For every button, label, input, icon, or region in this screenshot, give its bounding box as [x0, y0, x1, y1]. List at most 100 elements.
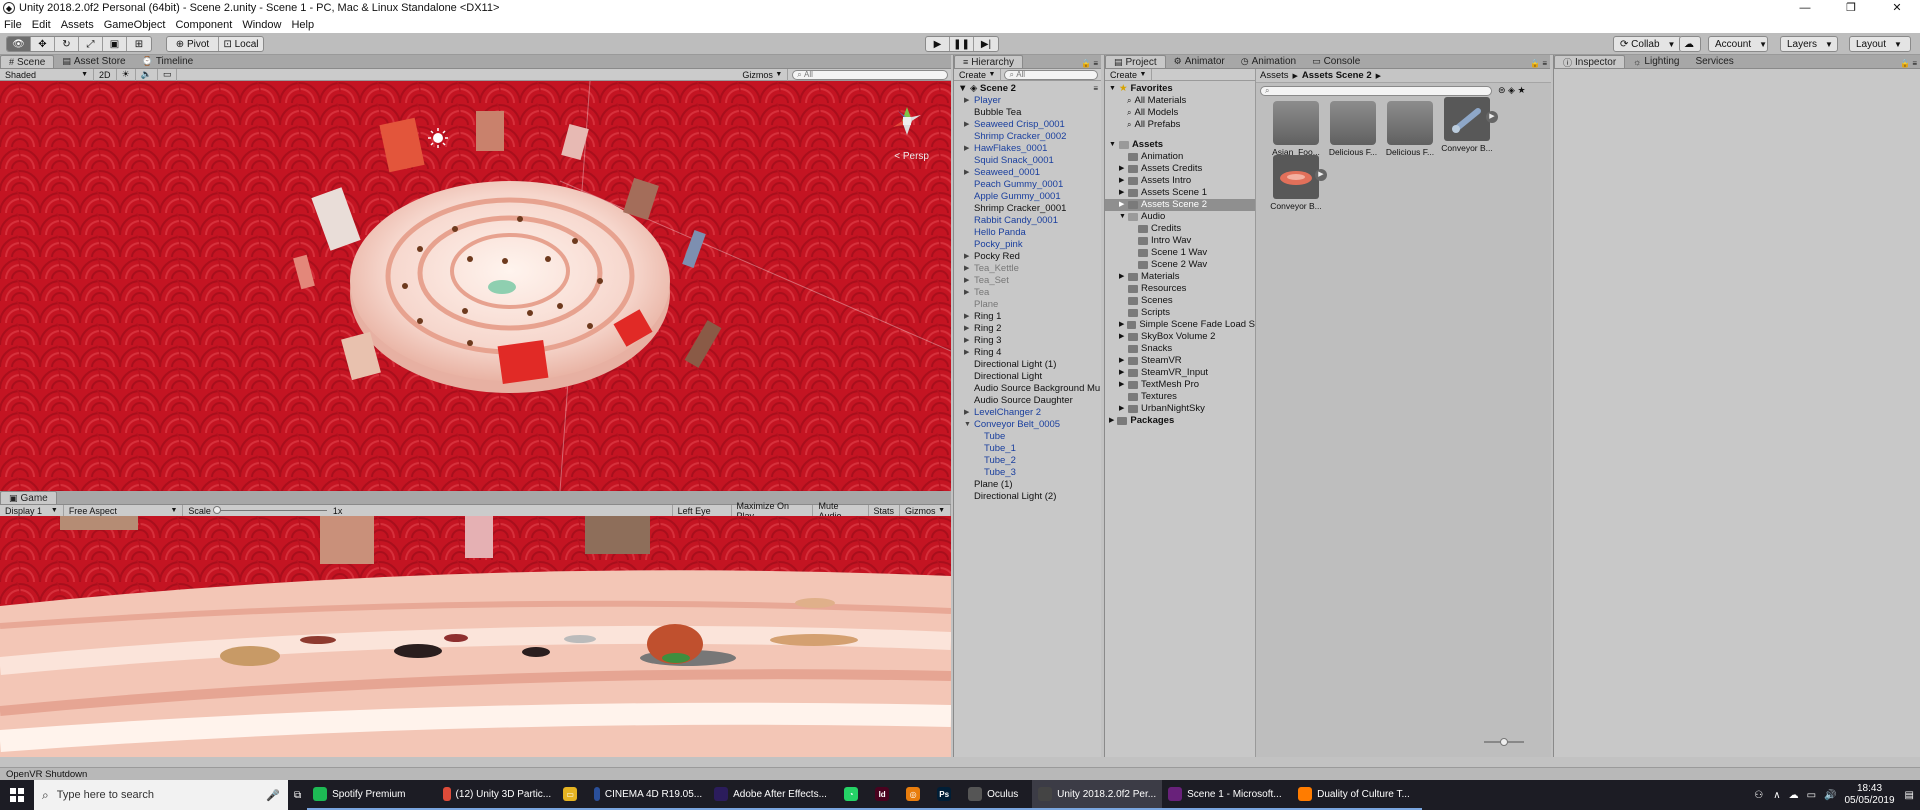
expand-prefab-icon[interactable]: ▶: [1486, 111, 1498, 123]
rect-tool-icon[interactable]: ▣: [103, 37, 127, 51]
project-folder[interactable]: Scripts: [1105, 307, 1255, 319]
hierarchy-item[interactable]: ▶ Ring 1: [954, 311, 1102, 323]
project-folder[interactable]: Textures: [1105, 391, 1255, 403]
effects-toggle-icon[interactable]: ▭: [158, 68, 178, 81]
project-folder[interactable]: ▼ Audio: [1105, 211, 1255, 223]
favorite-item[interactable]: ⌕ All Materials: [1105, 95, 1255, 107]
network-icon[interactable]: ▭: [1807, 790, 1816, 801]
hierarchy-item[interactable]: Tube_3: [954, 467, 1102, 479]
chevron-right-icon[interactable]: ▶: [964, 335, 969, 347]
project-folder[interactable]: ▶ Simple Scene Fade Load S: [1105, 319, 1255, 331]
tab-lighting[interactable]: ☼ Lighting: [1625, 55, 1687, 68]
project-folder[interactable]: Intro Wav: [1105, 235, 1255, 247]
tab-console[interactable]: ▭ Console: [1304, 55, 1368, 68]
project-folder[interactable]: ▶ Assets Scene 2: [1105, 199, 1255, 211]
project-folder[interactable]: ▶ SteamVR_Input: [1105, 367, 1255, 379]
chevron-right-icon[interactable]: ▶: [1119, 175, 1128, 187]
chevron-right-icon[interactable]: ▶: [1119, 367, 1128, 379]
hierarchy-create-button[interactable]: Create ▼: [954, 68, 1002, 81]
chevron-right-icon[interactable]: ▶: [1119, 271, 1128, 283]
hierarchy-item[interactable]: Plane (1): [954, 479, 1102, 491]
asset-prefab[interactable]: ▶ Conveyor B...: [1266, 155, 1327, 211]
hierarchy-item[interactable]: ▶ HawFlakes_0001: [954, 143, 1102, 155]
taskbar-app[interactable]: Oculus: [962, 780, 1033, 810]
chevron-down-icon[interactable]: ▼: [1119, 211, 1128, 223]
notifications-icon[interactable]: ▤: [1905, 790, 1914, 801]
chevron-right-icon[interactable]: ▶: [1119, 199, 1128, 211]
project-folder[interactable]: Credits: [1105, 223, 1255, 235]
rotate-tool-icon[interactable]: ↻: [55, 37, 79, 51]
tab-timeline[interactable]: ⌚ Timeline: [134, 55, 202, 68]
project-folder[interactable]: Resources: [1105, 283, 1255, 295]
hierarchy-item[interactable]: Audio Source Background Mu: [954, 383, 1102, 395]
hierarchy-item[interactable]: Tube_2: [954, 455, 1102, 467]
breadcrumb-item[interactable]: Assets Scene 2: [1302, 70, 1372, 81]
chevron-right-icon[interactable]: ▶: [1119, 379, 1128, 391]
tab-game[interactable]: ▣ Game: [0, 491, 57, 504]
asset-folder[interactable]: Delicious F...: [1380, 101, 1440, 157]
chevron-right-icon[interactable]: ▶: [964, 275, 969, 287]
tab-hierarchy[interactable]: ≡ Hierarchy: [954, 55, 1024, 68]
hierarchy-item[interactable]: ▼ Conveyor Belt_0005: [954, 419, 1102, 431]
project-folder[interactable]: ▶ Materials: [1105, 271, 1255, 283]
hierarchy-item[interactable]: Directional Light (1): [954, 359, 1102, 371]
mode-2d-button[interactable]: 2D: [94, 68, 117, 81]
taskbar-app[interactable]: Duality of Culture T...: [1292, 780, 1423, 810]
project-folder[interactable]: ▶ TextMesh Pro: [1105, 379, 1255, 391]
asset-prefab[interactable]: ▶ Conveyor B...: [1437, 97, 1498, 153]
chevron-up-icon[interactable]: ∧: [1773, 790, 1780, 801]
menu-gameobject[interactable]: GameObject: [104, 19, 166, 31]
chevron-right-icon[interactable]: ▶: [964, 119, 969, 131]
maximize-on-play-toggle[interactable]: Maximize On Play: [732, 501, 814, 521]
people-icon[interactable]: ⚇: [1754, 790, 1763, 801]
indesign-icon[interactable]: Id: [869, 780, 901, 810]
hierarchy-item[interactable]: Directional Light (2): [954, 491, 1102, 503]
chevron-right-icon[interactable]: ▶: [1119, 403, 1128, 415]
hand-tool-icon[interactable]: 👁: [7, 37, 31, 51]
menu-component[interactable]: Component: [175, 19, 232, 31]
panel-menu-icon[interactable]: 🔒 ≡: [1900, 59, 1920, 68]
hierarchy-item[interactable]: ▶ Ring 3: [954, 335, 1102, 347]
hierarchy-item[interactable]: Hello Panda: [954, 227, 1102, 239]
asset-folder[interactable]: Delicious F...: [1323, 101, 1383, 157]
hierarchy-item[interactable]: ▶ Tea_Set: [954, 275, 1102, 287]
chevron-right-icon[interactable]: ▶: [1119, 187, 1128, 199]
asset-folder[interactable]: Asian_Foo...: [1266, 101, 1326, 157]
hierarchy-item[interactable]: ▶ Pocky Red: [954, 251, 1102, 263]
play-icon[interactable]: ▶: [926, 37, 950, 51]
chevron-right-icon[interactable]: ▶: [964, 167, 969, 179]
tab-animation[interactable]: ◷ Animation: [1233, 55, 1304, 68]
scene-gizmos-dropdown[interactable]: Gizmos ▼: [737, 68, 789, 81]
hierarchy-item[interactable]: Tube: [954, 431, 1102, 443]
chevron-right-icon[interactable]: ▶: [964, 407, 969, 419]
menu-window[interactable]: Window: [242, 19, 281, 31]
filter-icon[interactable]: ⊜ ◈ ★: [1498, 85, 1526, 96]
chevron-right-icon[interactable]: ▶: [964, 263, 969, 275]
clock[interactable]: 18:43 05/05/2019: [1844, 783, 1894, 807]
hierarchy-item[interactable]: Rabbit Candy_0001: [954, 215, 1102, 227]
project-create-button[interactable]: Create ▼: [1105, 68, 1153, 81]
scene-search-input[interactable]: ⌕ All: [792, 69, 949, 80]
task-view-icon[interactable]: ⧉: [288, 780, 307, 810]
project-folder[interactable]: ▶ Assets Scene 1: [1105, 187, 1255, 199]
close-icon[interactable]: ✕: [1874, 0, 1920, 16]
game-gizmos-dropdown[interactable]: Gizmos ▼: [900, 504, 952, 517]
hierarchy-item[interactable]: Pocky_pink: [954, 239, 1102, 251]
chevron-down-icon[interactable]: ▼: [964, 419, 971, 431]
pivot-button[interactable]: ⊕ Pivot: [167, 37, 219, 51]
cloud-button[interactable]: ☁: [1679, 36, 1701, 52]
eye-dropdown[interactable]: Left Eye: [673, 504, 732, 517]
hierarchy-item[interactable]: ▶ Tea: [954, 287, 1102, 299]
thumbnail-size-thumb[interactable]: [1500, 738, 1508, 746]
chevron-right-icon[interactable]: ▶: [1119, 319, 1127, 331]
display-dropdown[interactable]: Display 1 ▼: [0, 504, 64, 517]
taskbar-app[interactable]: Scene 1 - Microsoft...: [1162, 780, 1293, 810]
hierarchy-search-input[interactable]: ⌕ All: [1004, 69, 1099, 80]
taskbar-search-input[interactable]: ⌕ Type here to search 🎤: [34, 780, 288, 810]
chevron-right-icon[interactable]: ▶: [964, 311, 969, 323]
hierarchy-item[interactable]: ▶ Ring 2: [954, 323, 1102, 335]
hierarchy-item[interactable]: ▶ Tea_Kettle: [954, 263, 1102, 275]
move-tool-icon[interactable]: ✥: [31, 37, 55, 51]
assets-header[interactable]: ▼ Assets: [1105, 139, 1255, 151]
chevron-right-icon[interactable]: ▶: [964, 287, 969, 299]
